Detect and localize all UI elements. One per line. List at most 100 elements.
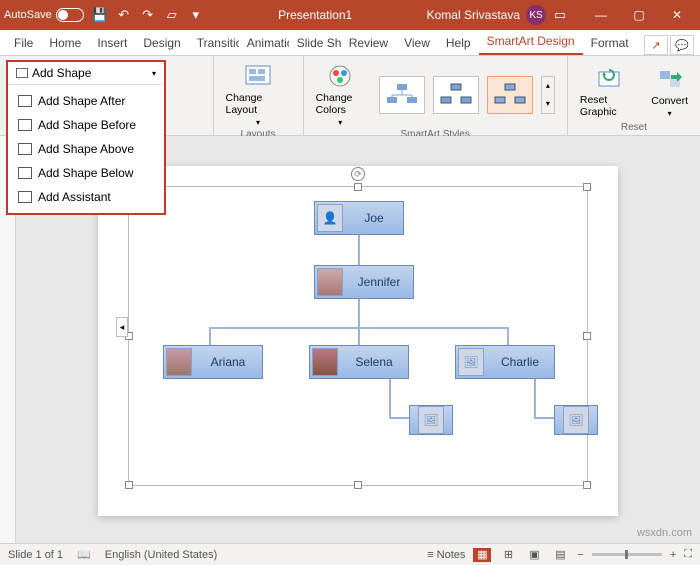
save-icon[interactable]: 💾	[92, 7, 108, 23]
sorter-view-icon[interactable]: ⊞	[499, 548, 517, 562]
change-colors-button[interactable]: Change Colors▾	[312, 60, 369, 129]
slide-canvas[interactable]: ⟳ ◂ 👤 Joe	[98, 166, 618, 516]
connector	[209, 327, 211, 345]
tab-animations[interactable]: Animations	[239, 31, 289, 55]
resize-handle[interactable]	[583, 481, 591, 489]
group-label-reset: Reset	[621, 122, 647, 133]
slideshow-view-icon[interactable]: ▤	[551, 548, 569, 562]
reset-graphic-icon	[595, 64, 623, 92]
org-node-empty[interactable]: 🖼	[409, 405, 453, 435]
add-shape-button[interactable]: Add Shape ▾	[8, 62, 164, 85]
close-button[interactable]: ✕	[658, 0, 696, 30]
chevron-down-icon: ▾	[152, 69, 156, 78]
undo-icon[interactable]: ↶	[116, 7, 132, 23]
language-status[interactable]: English (United States)	[105, 549, 218, 561]
tab-help[interactable]: Help	[438, 31, 479, 55]
titlebar: AutoSave 💾 ↶ ↷ ▱ ▾ Presentation1 Komal S…	[0, 0, 700, 30]
tab-smartart-design[interactable]: SmartArt Design	[479, 29, 583, 55]
tab-review[interactable]: Review	[341, 31, 396, 55]
tab-file[interactable]: File	[6, 31, 41, 55]
menu-add-assistant[interactable]: Add Assistant	[8, 185, 164, 209]
org-node-2[interactable]: Jennifer	[314, 265, 414, 299]
comments-button[interactable]: 💬	[670, 35, 694, 55]
text-pane-toggle[interactable]: ◂	[116, 317, 128, 337]
tab-slideshow[interactable]: Slide Show	[289, 31, 341, 55]
window-buttons: — ▢ ✕	[582, 0, 696, 30]
menu-add-shape-above[interactable]: Add Shape Above	[8, 137, 164, 161]
person-photo-icon	[317, 268, 343, 296]
reading-view-icon[interactable]: ▣	[525, 548, 543, 562]
style-option-1[interactable]	[379, 76, 425, 114]
qat-dropdown-icon[interactable]: ▾	[188, 7, 204, 23]
org-node-5[interactable]: 🖼 Charlie	[455, 345, 555, 379]
resize-handle[interactable]	[583, 183, 591, 191]
maximize-button[interactable]: ▢	[620, 0, 658, 30]
group-layouts: Change Layout▾ Layouts	[214, 56, 304, 135]
zoom-slider[interactable]	[592, 553, 662, 556]
document-title: Presentation1	[204, 8, 427, 22]
convert-button[interactable]: Convert▾	[647, 63, 692, 120]
org-node-empty[interactable]: 🖼	[554, 405, 598, 435]
autosave-label: AutoSave	[4, 9, 52, 21]
autosave-toggle[interactable]: AutoSave	[4, 8, 84, 22]
org-node-4[interactable]: Selena	[309, 345, 409, 379]
reset-graphic-button[interactable]: Reset Graphic	[576, 62, 641, 120]
org-node-label: Ariana	[194, 355, 262, 369]
menu-add-shape-before[interactable]: Add Shape Before	[8, 113, 164, 137]
tab-home[interactable]: Home	[41, 31, 89, 55]
picture-placeholder-icon: 🖼	[418, 406, 444, 434]
zoom-in-icon[interactable]: +	[670, 549, 676, 561]
tab-format[interactable]: Format	[583, 31, 637, 55]
share-button[interactable]: ↗	[644, 35, 668, 55]
resize-handle[interactable]	[125, 481, 133, 489]
tab-view[interactable]: View	[396, 31, 438, 55]
watermark: wsxdn.com	[637, 527, 692, 539]
menu-add-shape-below[interactable]: Add Shape Below	[8, 161, 164, 185]
tab-insert[interactable]: Insert	[89, 31, 135, 55]
normal-view-icon[interactable]: ▦	[473, 548, 491, 562]
ribbon-options-icon[interactable]: ▭	[552, 7, 568, 23]
style-option-2[interactable]	[433, 76, 479, 114]
spellcheck-icon[interactable]: 📖	[77, 548, 91, 561]
org-node-1[interactable]: 👤 Joe	[314, 201, 404, 235]
resize-handle[interactable]	[354, 183, 362, 191]
person-photo-icon	[166, 348, 192, 376]
person-placeholder-icon: 👤	[317, 204, 343, 232]
autosave-switch[interactable]	[56, 8, 84, 22]
menu-add-shape-after[interactable]: Add Shape After	[8, 89, 164, 113]
tab-design[interactable]: Design	[135, 31, 188, 55]
fit-to-window-icon[interactable]: ⛶	[684, 548, 692, 561]
org-node-label: Charlie	[486, 355, 554, 369]
resize-handle[interactable]	[583, 332, 591, 340]
org-node-3[interactable]: Ariana	[163, 345, 263, 379]
tab-transitions[interactable]: Transitions	[189, 31, 239, 55]
minimize-button[interactable]: —	[582, 0, 620, 30]
user-avatar[interactable]: KS	[526, 5, 546, 25]
org-node-label: Joe	[345, 211, 403, 225]
change-layout-icon	[244, 62, 272, 90]
quick-access-toolbar: 💾 ↶ ↷ ▱ ▾	[92, 7, 204, 23]
convert-icon	[656, 65, 684, 93]
smartart-frame[interactable]: ⟳ ◂ 👤 Joe	[128, 186, 588, 486]
resize-handle[interactable]	[354, 481, 362, 489]
org-node-label: Jennifer	[345, 275, 413, 289]
styles-gallery[interactable]: ▴▾	[375, 72, 559, 118]
redo-icon[interactable]: ↷	[140, 7, 156, 23]
titlebar-right: Komal Srivastava KS ▭ — ▢ ✕	[427, 0, 696, 30]
style-option-3[interactable]	[487, 76, 533, 114]
picture-placeholder-icon: 🖼	[458, 348, 484, 376]
zoom-out-icon[interactable]: −	[577, 549, 583, 561]
group-reset: Reset Graphic Convert▾ Reset	[568, 56, 700, 135]
gallery-more-icon[interactable]: ▴▾	[541, 76, 555, 114]
connector	[358, 327, 360, 345]
add-shape-menu: Add Shape After Add Shape Before Add Sha…	[8, 85, 164, 213]
notes-button[interactable]: ≡ Notes	[427, 549, 465, 561]
rotate-handle-icon[interactable]: ⟳	[351, 167, 365, 181]
start-from-beginning-icon[interactable]: ▱	[164, 7, 180, 23]
connector	[507, 327, 509, 345]
slide-counter[interactable]: Slide 1 of 1	[8, 549, 63, 561]
picture-placeholder-icon: 🖼	[563, 406, 589, 434]
change-colors-icon	[326, 62, 354, 90]
person-photo-icon	[312, 348, 338, 376]
change-layout-button[interactable]: Change Layout▾	[222, 60, 295, 129]
